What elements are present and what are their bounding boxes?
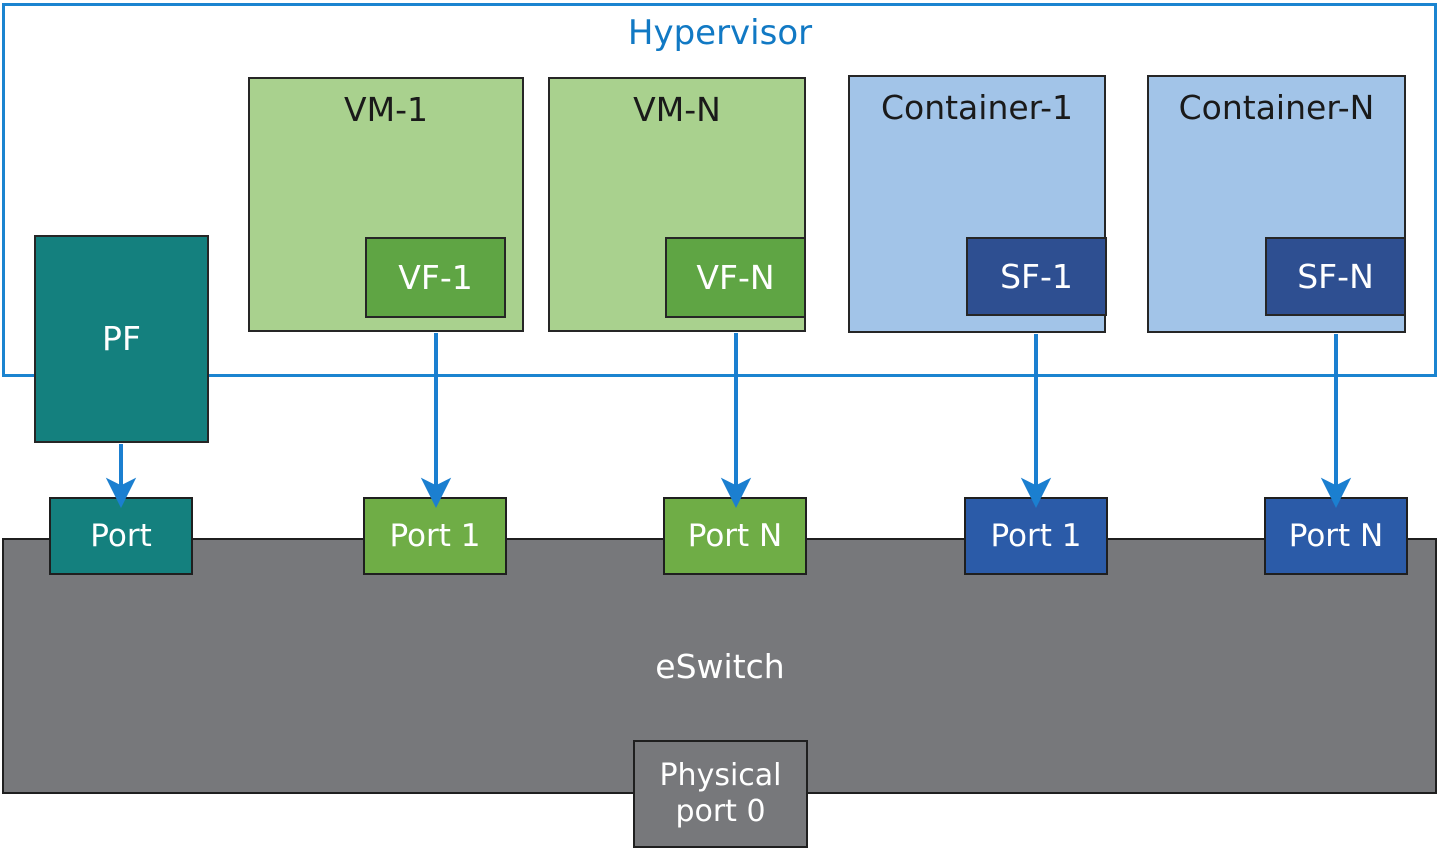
port-vm-1-label: Port 1 (389, 518, 481, 554)
vf-1-block[interactable]: VF-1 (365, 237, 506, 318)
sf-1-block[interactable]: SF-1 (966, 237, 1107, 316)
port-pf-label: Port (90, 518, 152, 554)
sf-n-label: SF-N (1297, 256, 1374, 296)
container-1-label: Container-1 (880, 88, 1074, 127)
pf-block[interactable]: PF (34, 235, 209, 443)
port-vm-n-label: Port N (687, 518, 783, 554)
port-vm-1-block[interactable]: Port 1 (363, 497, 507, 575)
pf-label: PF (102, 319, 141, 358)
vf-n-block[interactable]: VF-N (665, 237, 806, 318)
diagram-canvas: eSwitch Hypervisor PF VM-1 VF-1 VM-N VF-… (0, 0, 1440, 851)
port-container-n-label: Port N (1288, 518, 1384, 554)
vm-n-label: VM-N (633, 90, 721, 129)
container-n-label: Container-N (1178, 88, 1375, 127)
physical-port-line-2: port 0 (675, 794, 766, 829)
sf-n-block[interactable]: SF-N (1265, 237, 1406, 316)
eswitch-label: eSwitch (655, 647, 785, 686)
port-container-n-block[interactable]: Port N (1264, 497, 1408, 575)
vm-1-label: VM-1 (344, 90, 428, 129)
port-container-1-block[interactable]: Port 1 (964, 497, 1108, 575)
physical-port-line-1: Physical (659, 758, 782, 793)
physical-port-0-block[interactable]: Physical port 0 (633, 740, 808, 848)
port-pf-block[interactable]: Port (49, 497, 193, 575)
port-container-1-label: Port 1 (990, 518, 1082, 554)
port-vm-n-block[interactable]: Port N (663, 497, 807, 575)
hypervisor-title: Hypervisor (627, 13, 813, 53)
sf-1-label: SF-1 (1000, 256, 1073, 296)
vf-1-label: VF-1 (398, 257, 473, 297)
vf-n-label: VF-N (696, 257, 775, 297)
